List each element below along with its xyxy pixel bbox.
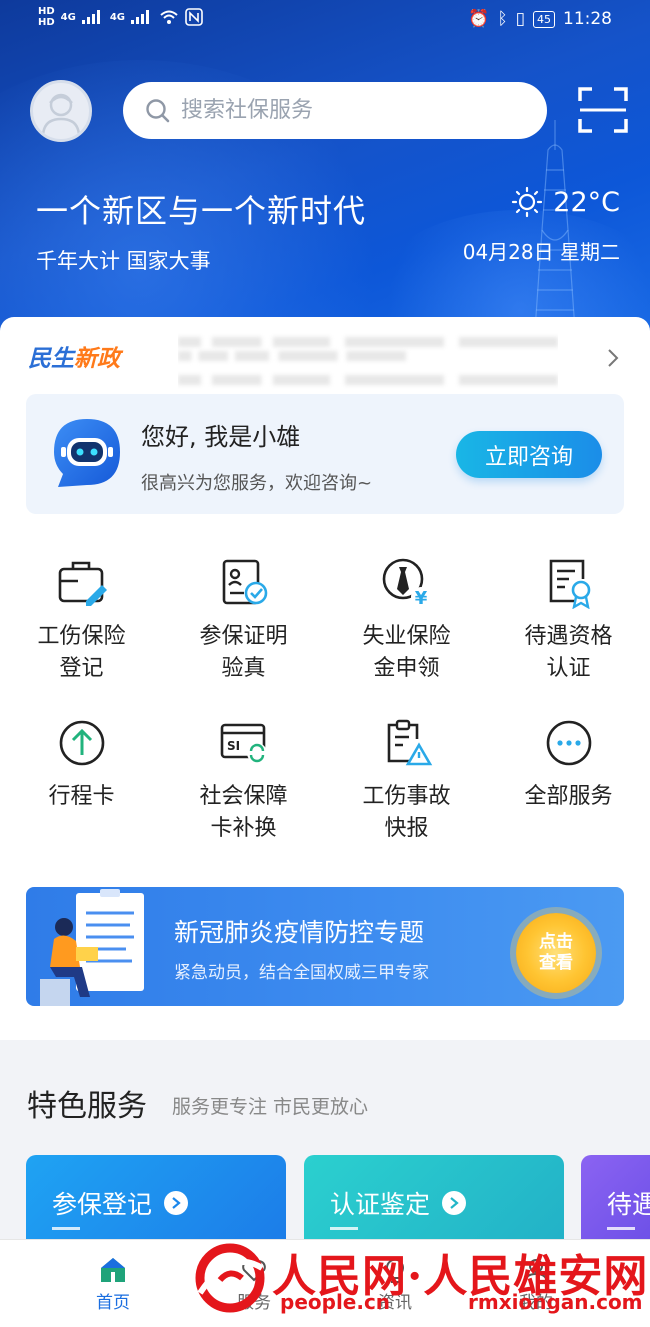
arrow-right-circle-icon [442, 1191, 467, 1215]
hero-headline: 一个新区与一个新时代 [36, 192, 367, 230]
assistant-panel: 您好, 我是小雄 很高兴为您服务，欢迎咨询~ 立即咨询 [26, 394, 624, 514]
home-icon [101, 1258, 125, 1282]
service-item-work-accident-report[interactable]: 工伤事故 快报 [325, 717, 488, 845]
service-label: 参保证明 验真 [199, 624, 288, 681]
news-brand-part2: 新政 [74, 346, 120, 372]
assistant-greeting: 您好, 我是小雄 [141, 423, 301, 451]
wifi-icon [160, 10, 178, 24]
robot-icon [54, 419, 120, 487]
service-item-travel-card[interactable]: 行程卡 [0, 717, 163, 813]
service-item-insurance-proof-verify[interactable]: 参保证明 验真 [162, 557, 325, 685]
featured-subtitle: 服务更专注 市民更放心 [172, 1096, 369, 1118]
hero-subline: 千年大计 国家大事 [36, 249, 211, 273]
svg-text:SI: SI [227, 739, 240, 753]
arrow-right-circle-icon [164, 1191, 189, 1215]
chevron-right-icon[interactable] [606, 347, 620, 369]
service-item-unemployment-benefit[interactable]: ¥ 失业保险 金申领 [325, 557, 488, 685]
bluetooth-icon: ᛒ [497, 9, 508, 29]
status-bar: HD HD 4G 4G ⏰ ᛒ ▯ 45 11:28 [0, 0, 650, 40]
search-input[interactable] [181, 98, 521, 123]
banner-view-button[interactable]: 点击 查看 [516, 913, 596, 993]
status-time: 11:28 [563, 9, 612, 29]
assistant-subtitle: 很高兴为您服务，欢迎咨询~ [141, 473, 373, 494]
main-card: 民生 新政 您好, 我是小雄 很高兴为您服务，欢迎咨询~ 立即咨询 工伤保险 登… [0, 317, 650, 1040]
clipboard-warning-icon [387, 719, 432, 766]
id-card-check-icon [222, 559, 267, 605]
service-label: 失业保险 金申领 [362, 624, 451, 681]
briefcase-edit-icon [58, 561, 107, 606]
arrow-up-circle-icon [59, 720, 104, 766]
si-card-refresh-icon: SI [220, 723, 267, 763]
more-circle-icon [546, 720, 591, 766]
people-daily-logo [195, 1243, 265, 1313]
watermark: 人民网·人民雄安网 people.cn rmxiongan.com [190, 1236, 650, 1327]
news-ticker[interactable]: 民生 新政 [28, 337, 558, 385]
service-label: 待遇资格 认证 [524, 624, 613, 681]
signal-icon: 4G [60, 11, 76, 23]
news-scrolling-text [178, 333, 558, 393]
covid-banner[interactable]: 新冠肺炎疫情防控专题 紧急动员，结合全国权威三甲专家 点击 查看 [26, 887, 624, 1006]
banner-title: 新冠肺炎疫情防控专题 [174, 918, 425, 947]
avatar[interactable] [30, 80, 92, 142]
svg-text:¥: ¥ [414, 588, 427, 609]
featured-card-label: 待遇 [607, 1190, 650, 1219]
certificate-badge-icon [549, 559, 590, 609]
date: 04月28日 星期二 [462, 240, 620, 264]
temperature: 22°C [553, 186, 620, 218]
service-label: 工伤事故 快报 [362, 784, 451, 841]
tab-home[interactable]: 首页 [63, 1252, 163, 1313]
service-item-work-injury-registration[interactable]: 工伤保险 登记 [0, 557, 163, 685]
service-item-all-services[interactable]: 全部服务 [487, 717, 650, 813]
featured-card-label: 参保登记 [52, 1190, 153, 1219]
featured-title: 特色服务 [27, 1089, 147, 1124]
sun-icon [512, 186, 543, 218]
watermark-domain-2: rmxiongan.com [468, 1290, 643, 1314]
service-label: 全部服务 [524, 784, 613, 809]
tower-illustration [534, 120, 576, 330]
signal-bars-icon-2 [131, 10, 150, 24]
scan-icon[interactable] [577, 85, 629, 135]
service-item-benefit-qualification[interactable]: 待遇资格 认证 [487, 557, 650, 685]
user-icon [41, 93, 81, 138]
vibrate-icon: ▯ [515, 9, 525, 29]
banner-subtitle: 紧急动员，结合全国权威三甲专家 [174, 963, 429, 983]
signal-icon-2: 4G [109, 11, 126, 23]
service-item-social-security-card-replace[interactable]: SI 社会保障 卡补换 [162, 717, 325, 845]
service-label: 社会保障 卡补换 [199, 784, 288, 841]
tie-yuan-icon: ¥ [382, 558, 431, 609]
weather: 22°C [511, 186, 620, 218]
doctor-clipboard-illustration [40, 889, 144, 1006]
signal-bars-icon [81, 10, 100, 24]
header-hero: HD HD 4G 4G ⏰ ᛒ ▯ 45 11:28 搜索社保服务 一个新区与一… [0, 0, 650, 345]
consult-button[interactable]: 立即咨询 [456, 431, 602, 478]
search-icon [146, 98, 170, 122]
search-bar[interactable] [123, 82, 547, 139]
hd-icon: HD HD [38, 6, 55, 28]
service-label: 行程卡 [48, 784, 115, 809]
battery-icon: 45 [533, 10, 555, 28]
nfc-icon [185, 8, 203, 26]
featured-card-label: 认证鉴定 [330, 1190, 431, 1219]
service-label: 工伤保险 登记 [37, 624, 126, 681]
tab-label: 首页 [96, 1293, 130, 1313]
news-brand-part1: 民生 [28, 346, 74, 372]
alarm-icon: ⏰ [468, 9, 490, 29]
watermark-domain-1: people.cn [280, 1290, 391, 1314]
